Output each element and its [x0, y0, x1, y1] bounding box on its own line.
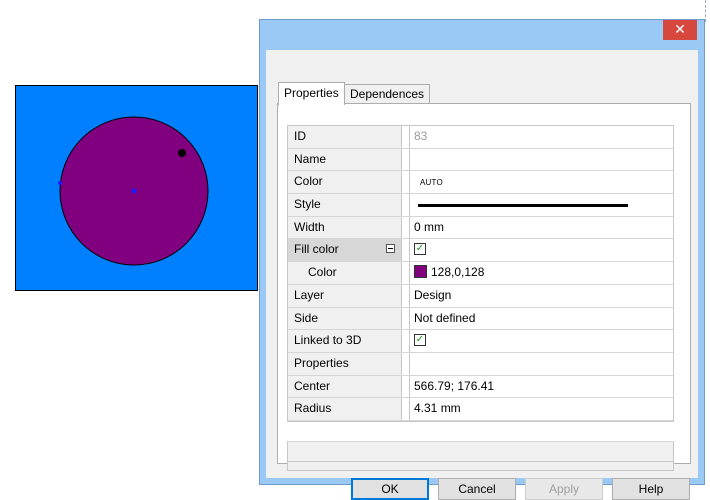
tab-properties[interactable]: Properties — [278, 82, 345, 105]
drawing-canvas[interactable] — [15, 85, 258, 291]
property-value-layer[interactable]: Design — [409, 284, 673, 307]
properties-dialog: ✕ Properties Dependences ID 83 Name Colo… — [259, 19, 705, 500]
line-style-preview — [418, 204, 628, 208]
property-value-width[interactable]: 0 mm — [409, 216, 673, 239]
property-label: Fill color — [288, 239, 402, 262]
property-row-linked-3d[interactable]: Linked to 3D ✓ — [288, 330, 673, 353]
property-label: Properties — [288, 352, 402, 375]
linked-3d-checkbox[interactable]: ✓ — [414, 334, 426, 347]
property-label: Radius — [288, 398, 402, 420]
property-row-fill-color-value[interactable]: Color 128,0,128 — [288, 262, 673, 285]
property-value-id: 83 — [409, 126, 673, 148]
property-value-color[interactable]: AUTO — [409, 171, 673, 194]
dialog-client-area: Properties Dependences ID 83 Name Color … — [266, 50, 698, 500]
property-value-radius[interactable]: 4.31 mm — [409, 398, 673, 420]
property-description-area — [287, 441, 674, 471]
property-label: Width — [288, 216, 402, 239]
radius-handle[interactable] — [178, 149, 186, 157]
ok-button[interactable]: OK — [351, 478, 429, 500]
close-icon: ✕ — [674, 22, 686, 38]
apply-button[interactable]: Apply — [525, 478, 603, 500]
property-value-center[interactable]: 566.79; 176.41 — [409, 375, 673, 398]
property-row-radius[interactable]: Radius 4.31 mm — [288, 398, 673, 421]
property-row-style[interactable]: Style — [288, 194, 673, 217]
alignment-guide — [705, 0, 706, 22]
collapse-minus-icon[interactable] — [386, 244, 395, 254]
help-button[interactable]: Help — [612, 478, 690, 500]
property-label: Color — [288, 262, 402, 284]
property-value-side[interactable]: Not defined — [409, 307, 673, 330]
property-value-fill-color[interactable]: ✓ — [409, 239, 673, 262]
fill-color-rgb: 128,0,128 — [431, 265, 485, 280]
property-row-side[interactable]: Side Not defined — [288, 307, 673, 331]
color-auto-text: AUTO — [420, 178, 443, 188]
property-row-width[interactable]: Width 0 mm — [288, 216, 673, 240]
color-swatch — [414, 265, 427, 279]
property-grid: ID 83 Name Color AUTO Style Width 0 mm F… — [287, 125, 674, 422]
property-row-id[interactable]: ID 83 — [288, 126, 673, 149]
edge-handle[interactable] — [58, 181, 62, 185]
property-label: Style — [288, 194, 402, 216]
property-row-color[interactable]: Color AUTO — [288, 171, 673, 195]
checkmark-icon: ✓ — [415, 334, 425, 346]
property-label: Center — [288, 375, 402, 398]
property-value-name[interactable] — [409, 148, 673, 171]
fill-color-checkbox[interactable]: ✓ — [414, 243, 426, 256]
property-row-name[interactable]: Name — [288, 148, 673, 172]
property-value-linked-3d[interactable]: ✓ — [409, 330, 673, 352]
property-row-properties[interactable]: Properties — [288, 352, 673, 376]
center-handle[interactable] — [131, 188, 137, 194]
property-label: Name — [288, 148, 402, 171]
property-value-properties[interactable] — [409, 352, 673, 375]
property-label: Side — [288, 307, 402, 330]
property-value-style[interactable] — [409, 194, 673, 216]
property-label: Linked to 3D — [288, 330, 402, 352]
property-value-fill-color-value[interactable]: 128,0,128 — [409, 262, 673, 284]
property-label: Color — [288, 171, 402, 194]
checkmark-icon: ✓ — [415, 243, 425, 255]
property-row-layer[interactable]: Layer Design — [288, 284, 673, 308]
fill-color-label: Fill color — [294, 242, 339, 257]
property-label: ID — [288, 126, 402, 148]
tab-dependences[interactable]: Dependences — [344, 84, 431, 104]
canvas-drawing — [58, 116, 209, 266]
cancel-button[interactable]: Cancel — [438, 478, 516, 500]
property-row-fill-color[interactable]: Fill color ✓ — [288, 239, 673, 263]
property-label: Layer — [288, 284, 402, 307]
property-row-center[interactable]: Center 566.79; 176.41 — [288, 375, 673, 399]
close-button[interactable]: ✕ — [663, 20, 697, 40]
